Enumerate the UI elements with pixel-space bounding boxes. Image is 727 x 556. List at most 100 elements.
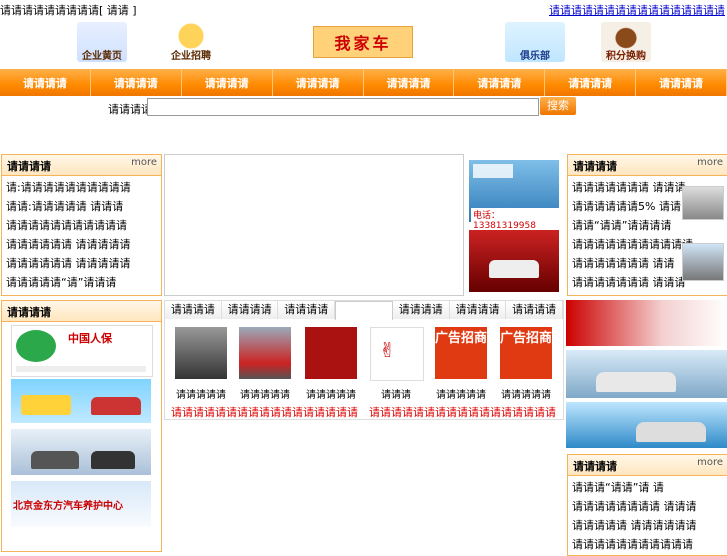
panel-title: 请请请请 — [573, 460, 617, 473]
list-item[interactable]: 请请请请请请 请请请请请 — [2, 235, 161, 254]
car-care-ad[interactable]: 电话：13381319958 — [469, 160, 559, 231]
panel-header: 请请请请 more — [568, 155, 727, 176]
product-name[interactable]: 请请请请请 — [494, 386, 558, 401]
tab[interactable]: 请请请请 — [278, 301, 336, 319]
car-icon — [596, 372, 676, 392]
book-icon: 企业黄页 — [77, 22, 127, 62]
left-news-panel: 请请请请 more 请:请请请请请请请请请请 请请:请请请请请 请请请 请请请请… — [1, 154, 162, 296]
car-icon — [31, 451, 79, 469]
expo-logo-icon — [16, 330, 56, 362]
panel-title: 请请请请 — [7, 306, 51, 319]
list-item[interactable]: 请请请请请请 请请请请请 — [2, 254, 161, 273]
topbar-welcome: 请请请请请请请请请[ 请请 ] — [0, 4, 137, 17]
more-link[interactable]: more — [697, 157, 723, 168]
picc-text: 中国人保 — [68, 332, 112, 345]
search-input[interactable] — [147, 98, 539, 116]
panel-title: 请请请请 — [7, 160, 51, 173]
center-banner — [164, 154, 464, 296]
product-name[interactable]: 请请请请请 — [233, 386, 297, 401]
product-name[interactable]: 请请请请请 — [299, 386, 363, 401]
nav-item[interactable]: 请请请请 — [364, 69, 455, 96]
panel-header: 请请请请 — [2, 301, 161, 322]
panel-header: 请请请请 more — [2, 155, 161, 176]
product-name[interactable]: 请请请请请 — [169, 386, 233, 401]
product-image[interactable] — [175, 327, 227, 379]
ad-banner[interactable] — [11, 379, 151, 423]
nav-item[interactable]: 请请请请 — [0, 69, 91, 96]
tab[interactable]: 请请请请 — [449, 301, 507, 319]
club-logo[interactable]: 俱乐部 — [504, 20, 566, 64]
ad-banner[interactable] — [11, 429, 151, 475]
car-thumbnail[interactable] — [682, 186, 724, 220]
more-link[interactable]: more — [697, 457, 723, 468]
site-logo-text: 我家车 — [313, 26, 413, 58]
search-button[interactable]: 搜索 — [540, 97, 576, 115]
list-item[interactable]: 请:请请请请请请请请请请 — [2, 178, 161, 197]
points-exchange-logo[interactable]: 积分换购 — [600, 20, 652, 64]
ad-slot[interactable]: 广告招商 — [435, 327, 487, 379]
product-name[interactable]: 请请请请请 — [429, 386, 493, 401]
car-thumbnail[interactable] — [682, 243, 724, 281]
product-image[interactable] — [305, 327, 357, 379]
site-logo[interactable]: 我家车 — [313, 20, 413, 64]
card-icon — [21, 395, 71, 415]
logo-label: 俱乐部 — [520, 51, 550, 62]
logo-label: 企业黄页 — [82, 51, 122, 62]
company-jobs-logo[interactable]: 企业招聘 — [165, 20, 217, 64]
nav-item[interactable]: 请请请请 — [454, 69, 546, 96]
nav-item[interactable]: 请请请请 — [182, 69, 273, 96]
ad-caption-bar — [16, 366, 146, 372]
car-icon — [91, 397, 141, 415]
center-products-panel: 请请请请 请请请请 请请请请 请请请请 请请请请 请请请请 ✌ 广告招商 广告招… — [164, 300, 564, 420]
featured-link[interactable]: 请请请请请请请请请请请请请请请请请 — [369, 404, 556, 420]
logo-label: 企业招聘 — [171, 51, 211, 62]
summer-banner[interactable] — [566, 402, 727, 448]
hand-icon: ✌ — [379, 338, 396, 362]
search-label: 请请请请 — [108, 103, 152, 116]
building-icon: 俱乐部 — [505, 22, 565, 62]
red-car-ad[interactable] — [469, 230, 559, 292]
tab[interactable]: 请请请请 — [392, 301, 450, 319]
expo-banner[interactable] — [566, 300, 727, 346]
list-item[interactable]: 请请请请请请请请 请请请 — [568, 497, 727, 516]
featured-link[interactable]: 请请请请请请请请请请请请请请请请请 — [171, 404, 358, 420]
nav-item[interactable]: 请请请请 — [636, 69, 727, 96]
picc-ad[interactable]: 中国人保 — [11, 325, 153, 377]
ad-phone: 电话：13381319958 — [471, 208, 559, 231]
coffee-icon: 积分换购 — [601, 22, 651, 62]
list-item[interactable]: 请请请请请 请请请请请请 — [568, 516, 727, 535]
ad-slot[interactable]: 广告招商 — [500, 327, 552, 379]
car-icon — [636, 422, 706, 442]
panel-title: 请请请请 — [573, 160, 617, 173]
list-item[interactable]: 请请请请请请请请请请请 — [2, 216, 161, 235]
topbar-link[interactable]: 请请请请请请请请请请请请请请请请 — [549, 2, 725, 18]
right-news-panel: 请请请请 more 请请请请请请请 请请请 请请请请请请5% 请请 请请“请请”… — [567, 154, 727, 296]
main-nav: 请请请请 请请请请 请请请请 请请请请 请请请请 请请请请 请请请请 请请请请 — [0, 69, 727, 96]
nav-item[interactable]: 请请请请 — [273, 69, 364, 96]
car-banner[interactable] — [566, 350, 727, 398]
right-bottom-panel: 请请请请 more 请请请“请请”请 请 请请请请请请请请 请请请 请请请请请 … — [567, 454, 727, 556]
nav-item[interactable]: 请请请请 — [91, 69, 182, 96]
tab[interactable]: 请请请请 — [506, 301, 564, 319]
nav-item[interactable]: 请请请请 — [545, 69, 637, 96]
logo-label: 积分换购 — [606, 51, 646, 62]
company-yellow-pages-logo[interactable]: 企业黄页 — [76, 20, 128, 64]
tab-bar: 请请请请 请请请请 请请请请 请请请请 请请请请 请请请请 — [165, 301, 564, 320]
jindongfang-ad[interactable]: 北京金东方汽车养护中心 — [11, 481, 151, 527]
ad-sign — [473, 164, 513, 178]
globe-icon: 企业招聘 — [166, 22, 216, 62]
product-image[interactable]: ✌ — [370, 327, 424, 381]
list-item[interactable]: 请请请“请请”请 请 — [568, 478, 727, 497]
ad-text: 北京金东方汽车养护中心 — [13, 501, 123, 512]
search-bar: 请请请请 搜索 — [0, 96, 727, 118]
product-image[interactable] — [239, 327, 291, 379]
more-link[interactable]: more — [131, 157, 157, 168]
car-icon — [489, 260, 539, 278]
list-item[interactable]: 请请请请请“请”请请请 — [2, 273, 161, 292]
tab[interactable]: 请请请请 — [221, 301, 279, 319]
tab[interactable]: 请请请请 — [165, 301, 222, 319]
tab-active[interactable] — [335, 301, 393, 320]
product-name[interactable]: 请请请 — [364, 386, 428, 401]
left-ads-panel: 请请请请 中国人保 北京金东方汽车养护中心 — [1, 300, 162, 552]
list-item[interactable]: 请请:请请请请请 请请请 — [2, 197, 161, 216]
